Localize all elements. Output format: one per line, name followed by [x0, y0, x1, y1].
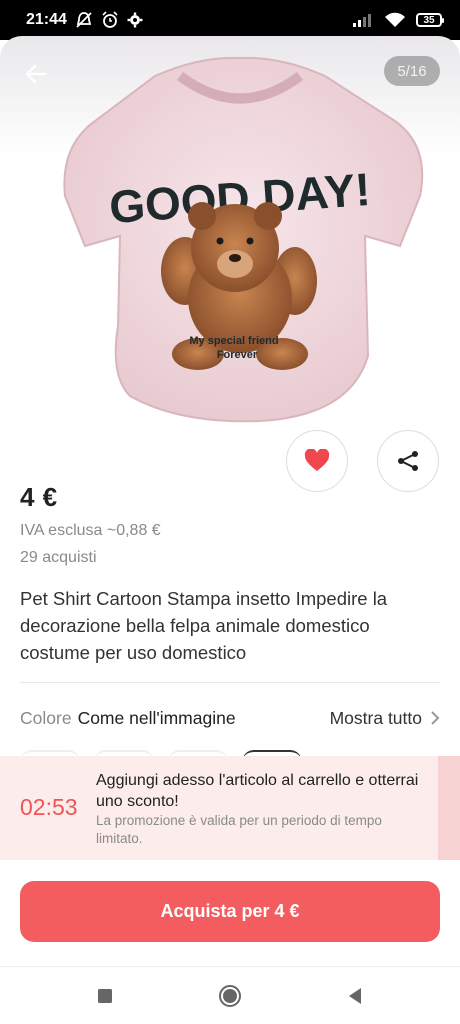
alarm-icon	[101, 11, 119, 29]
purchase-count: 29 acquisti	[20, 549, 97, 566]
vat-info: IVA esclusa ~0,88 €	[20, 522, 161, 539]
recents-square-icon	[98, 988, 112, 1003]
settings-gear-icon	[127, 12, 143, 28]
product-gallery[interactable]: GOOD DAY! My special friend Forever 5/16	[0, 36, 460, 436]
color-value: Come nell'immagine	[77, 707, 236, 728]
chevron-right-icon	[431, 711, 440, 725]
back-arrow-icon	[25, 64, 47, 84]
product-image: GOOD DAY! My special friend Forever	[63, 56, 424, 423]
heart-icon	[304, 449, 330, 471]
show-all-colors-button[interactable]: Mostra tutto	[330, 708, 440, 729]
product-price: 4 €	[20, 482, 58, 512]
promo-timer: 02:53	[20, 794, 78, 820]
shirt-caption-line-1: My special friend	[189, 335, 278, 347]
back-triangle-icon	[349, 987, 361, 1004]
promo-subtitle: La promozione è valida per un periodo di…	[96, 813, 382, 846]
wifi-icon	[384, 12, 406, 28]
status-time: 21:44	[26, 11, 67, 28]
shirt-caption-line-2: Forever	[217, 349, 258, 361]
buy-button[interactable]: Acquista per 4 €	[20, 881, 440, 942]
color-label: Colore	[20, 707, 72, 728]
share-button[interactable]	[377, 430, 439, 492]
share-icon	[398, 451, 418, 471]
product-title: Pet Shirt Cartoon Stampa insetto Impedir…	[20, 588, 388, 663]
system-nav-bar	[0, 966, 460, 1024]
show-all-label: Mostra tutto	[329, 707, 422, 728]
divider	[20, 682, 440, 683]
system-back-button[interactable]	[335, 976, 375, 1016]
image-counter: 5/16	[384, 56, 440, 86]
status-bar: 21:44 35	[0, 0, 460, 40]
home-circle-icon	[219, 984, 241, 1007]
recents-button[interactable]	[85, 976, 125, 1016]
mute-icon	[75, 11, 93, 29]
promo-title: Aggiungi adesso l'articolo al carrello e…	[96, 772, 419, 810]
favorite-button[interactable]	[286, 430, 348, 492]
color-selector-row[interactable]: Colore Come nell'immagine Mostra tutto	[20, 703, 440, 733]
promo-edge	[438, 756, 460, 860]
back-button[interactable]	[18, 56, 54, 92]
battery-icon: 35	[416, 13, 444, 27]
signal-icon	[352, 12, 374, 28]
home-button[interactable]	[210, 976, 250, 1016]
promo-banner: 02:53 Aggiungi adesso l'articolo al carr…	[0, 756, 460, 860]
